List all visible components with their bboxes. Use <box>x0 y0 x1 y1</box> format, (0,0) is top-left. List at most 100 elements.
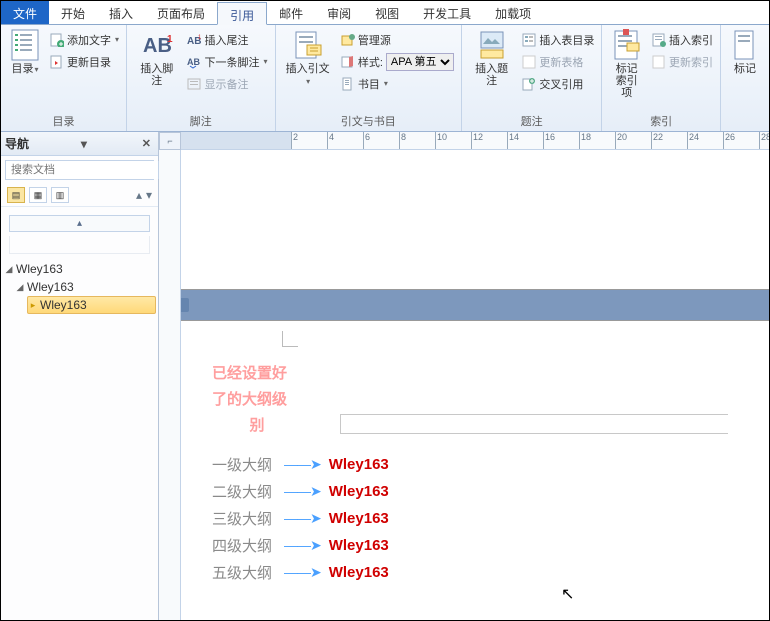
footnote-icon: AB1 <box>141 29 173 61</box>
toc-button[interactable]: 目录▾ <box>5 27 45 78</box>
level-cn: 三级大纲 <box>212 508 276 529</box>
manage-sources-icon <box>341 33 355 47</box>
citation-style-row: 样式: APA 第五 <box>338 51 457 72</box>
outline-levels-list: 一级大纲——➤Wley163二级大纲——➤Wley163三级大纲——➤Wley1… <box>212 451 748 586</box>
tab-insert[interactable]: 插入 <box>97 1 145 24</box>
nav-next-icon[interactable]: ▾ <box>146 188 152 202</box>
arrow-icon: ——➤ <box>284 483 321 500</box>
nav-prev-icon[interactable]: ▴ <box>136 188 142 202</box>
cross-ref-button[interactable]: 交叉引用 <box>519 73 597 94</box>
level-en: Wley163 <box>329 456 389 473</box>
nav-close-icon[interactable]: ✕ <box>139 137 154 150</box>
arrow-icon: ——➤ <box>284 456 321 473</box>
update-toc-button[interactable]: 更新目录 <box>47 51 122 72</box>
level-cn: 四级大纲 <box>212 535 276 556</box>
tree-item-lvl1[interactable]: ◢Wley163 <box>3 260 156 278</box>
tree-item-lvl2[interactable]: ◢Wley163 <box>3 278 156 296</box>
show-notes-icon <box>187 77 201 91</box>
show-footnotes-button[interactable]: 显示备注 <box>184 73 270 94</box>
tab-review[interactable]: 审阅 <box>315 1 363 24</box>
tree-label: Wley163 <box>27 280 74 294</box>
mark-citation-icon <box>729 29 761 61</box>
view-results-button[interactable]: ▥ <box>51 187 69 203</box>
page-viewport[interactable]: 已经设置好 了的大纲级 别 一级大纲——➤Wley163二级大纲——➤Wley1… <box>181 150 769 620</box>
outline-level-row: 一级大纲 ——➤ Wley163 <box>212 451 748 478</box>
endnote-label: 插入尾注 <box>204 32 248 48</box>
group-toc-label: 目录 <box>5 111 122 131</box>
insert-footnote-button[interactable]: AB1 插入脚注 <box>131 27 182 89</box>
update-table-icon <box>522 55 536 69</box>
tab-mail[interactable]: 邮件 <box>267 1 315 24</box>
toc-icon <box>9 29 41 61</box>
nav-tree: ◢Wley163 ◢Wley163 ▸Wley163 <box>1 254 158 320</box>
group-footnotes-label: 脚注 <box>131 111 270 131</box>
insert-endnote-button[interactable]: AB1插入尾注 <box>184 29 270 50</box>
tab-start[interactable]: 开始 <box>49 1 97 24</box>
page-current[interactable]: 已经设置好 了的大纲级 别 一级大纲——➤Wley163二级大纲——➤Wley1… <box>181 320 769 620</box>
endnote-icon: AB1 <box>187 33 201 47</box>
tree-item-lvl3[interactable]: ▸Wley163 <box>27 296 156 314</box>
biblio-icon <box>341 77 355 91</box>
group-index: 标记 索引项 插入索引 更新索引 索引 <box>602 25 721 131</box>
add-text-button[interactable]: 添加文字▾ <box>47 29 122 50</box>
tab-dev[interactable]: 开发工具 <box>411 1 483 24</box>
tree-twisty-icon[interactable]: ◢ <box>15 282 25 293</box>
citation-icon <box>292 29 324 61</box>
tree-twisty-icon[interactable]: ◢ <box>4 264 14 275</box>
crop-mark-icon <box>282 331 298 347</box>
mark-citation-button[interactable]: 标记 <box>725 27 765 77</box>
ruler-horizontal[interactable]: 2468101214161820222426283032 <box>181 132 769 150</box>
mark-index-icon <box>611 29 643 61</box>
insert-citation-button[interactable]: 插入引文▾ <box>280 27 336 90</box>
citation-style-select[interactable]: APA 第五 <box>386 53 454 71</box>
update-index-button[interactable]: 更新索引 <box>649 51 716 72</box>
level-cn: 五级大纲 <box>212 562 276 583</box>
manage-sources-label: 管理源 <box>358 32 391 48</box>
nav-menu-icon[interactable]: ▾ <box>81 137 87 151</box>
outline-level-row: 二级大纲——➤Wley163 <box>212 478 748 505</box>
group-citations: 插入引文▾ 管理源 样式: APA 第五 书目▾ 引文与书目 <box>276 25 462 131</box>
arrow-icon: ——➤ <box>284 510 321 527</box>
style-icon <box>341 55 355 69</box>
next-footnote-button[interactable]: AB下一条脚注▾ <box>184 51 270 72</box>
tab-layout[interactable]: 页面布局 <box>145 1 217 24</box>
tree-label: Wley163 <box>16 262 63 276</box>
tab-view[interactable]: 视图 <box>363 1 411 24</box>
mark-index-button[interactable]: 标记 索引项 <box>606 27 647 101</box>
tree-label: Wley163 <box>40 298 87 312</box>
tab-file[interactable]: 文件 <box>1 1 49 24</box>
next-footnote-icon: AB <box>187 55 201 69</box>
add-text-icon <box>50 33 64 47</box>
ruler-corner[interactable]: ⌐ <box>159 132 181 150</box>
update-toc-icon <box>50 55 64 69</box>
ruler-vertical[interactable] <box>159 150 181 620</box>
manage-sources-button[interactable]: 管理源 <box>338 29 457 50</box>
caption-icon <box>476 29 508 61</box>
nav-collapse-bar[interactable]: ▴ <box>9 215 150 232</box>
tree-twisty-icon[interactable]: ▸ <box>28 300 38 311</box>
bibliography-button[interactable]: 书目▾ <box>338 73 457 94</box>
mark-citation-label: 标记 <box>734 63 756 75</box>
update-table-button[interactable]: 更新表格 <box>519 51 597 72</box>
view-pages-button[interactable]: ▦ <box>29 187 47 203</box>
xref-label: 交叉引用 <box>539 76 583 92</box>
insert-tof-button[interactable]: 插入表目录 <box>519 29 597 50</box>
view-headings-button[interactable]: ▤ <box>7 187 25 203</box>
nav-spacer <box>9 236 150 254</box>
tab-references[interactable]: 引用 <box>217 2 267 25</box>
level-cn: 二级大纲 <box>212 481 276 502</box>
insert-citation-label: 插入引文 <box>286 63 330 75</box>
show-notes-label: 显示备注 <box>204 76 248 92</box>
arrow-icon: ——➤ <box>284 564 321 581</box>
nav-search: 🔍▾ <box>5 160 154 180</box>
insert-caption-button[interactable]: 插入题注 <box>466 27 518 89</box>
insert-index-button[interactable]: 插入索引 <box>649 29 716 50</box>
intro-textbox[interactable] <box>340 414 728 434</box>
tab-addins[interactable]: 加载项 <box>483 1 543 24</box>
nav-view-switcher: ▤ ▦ ▥ ▴ ▾ <box>1 184 158 207</box>
ribbon-tabs: 文件 开始 插入 页面布局 引用 邮件 审阅 视图 开发工具 加载项 <box>1 1 769 25</box>
search-input[interactable] <box>6 161 158 179</box>
level-cn: 一级大纲 <box>212 454 276 475</box>
svg-text:1: 1 <box>198 35 201 41</box>
update-index-icon <box>652 55 666 69</box>
